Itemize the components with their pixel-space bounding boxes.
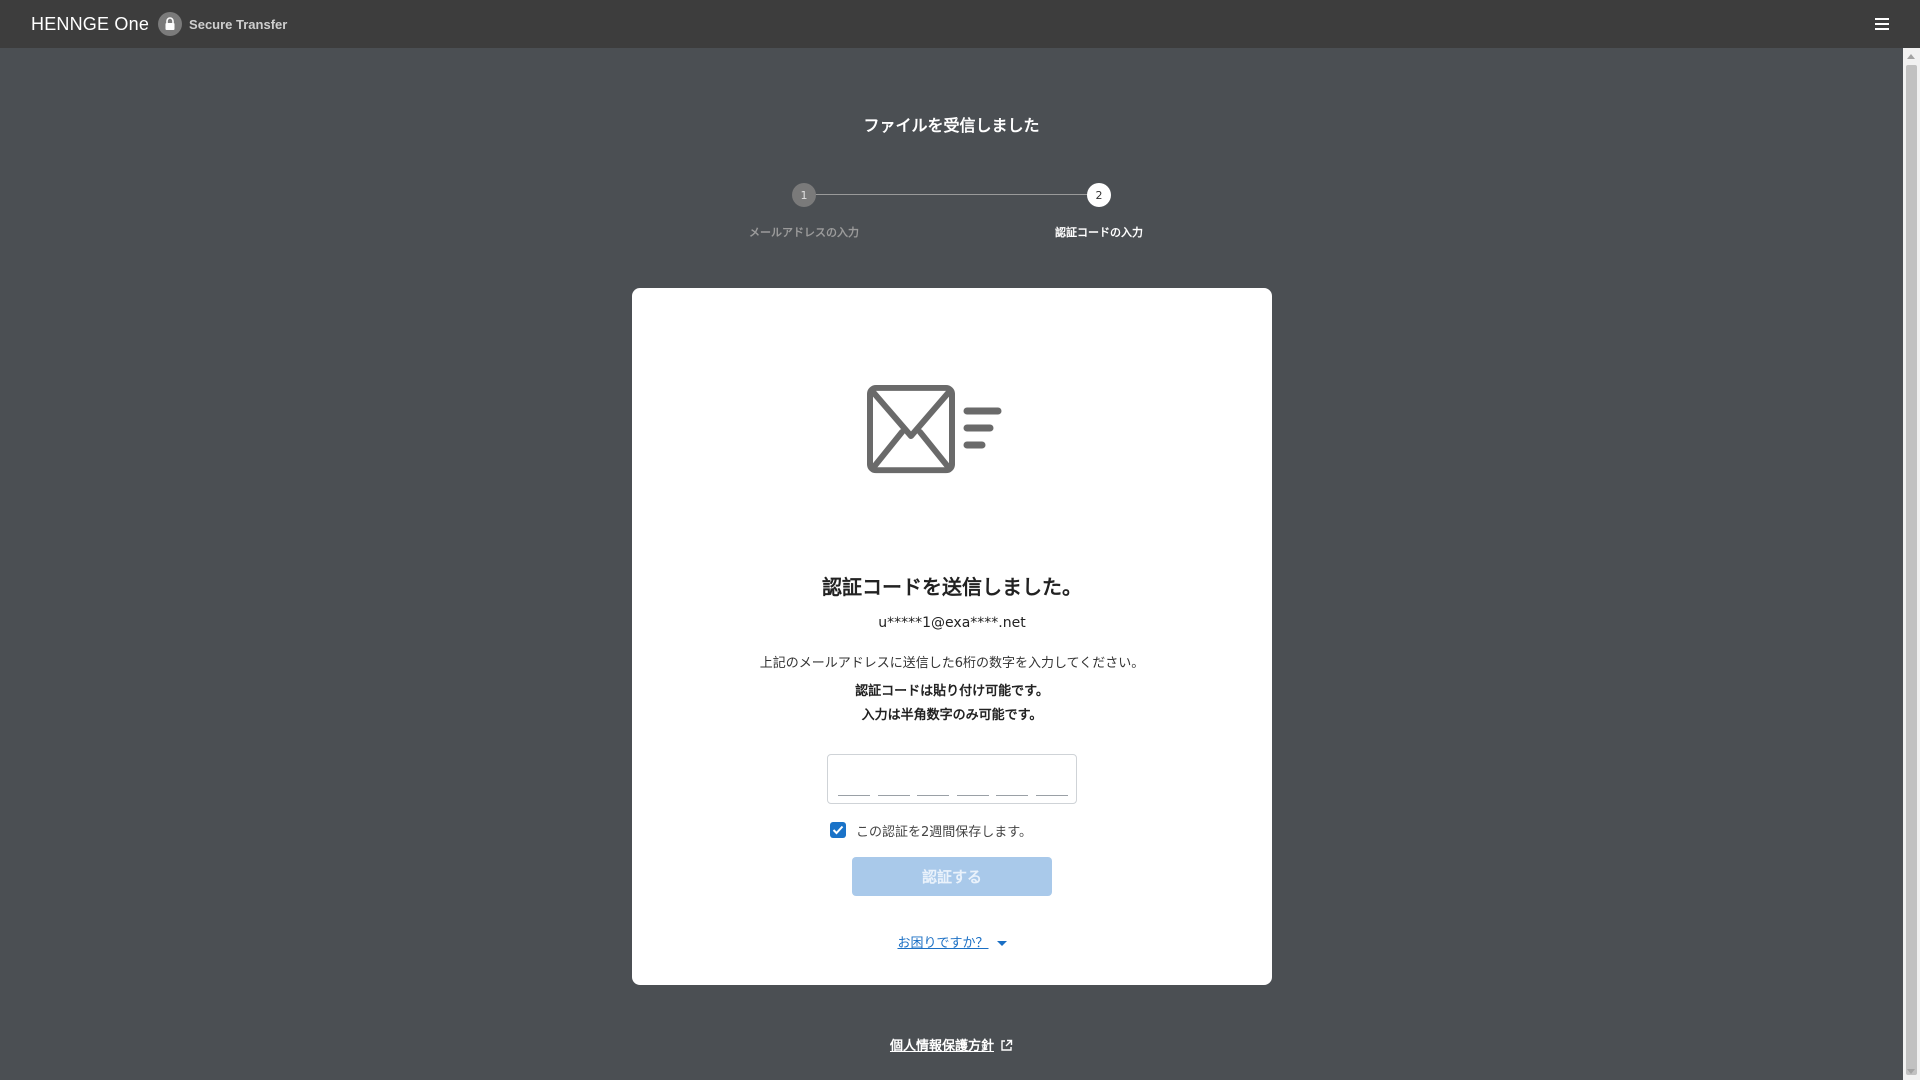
masked-email: u*****1@exa****.net	[878, 615, 1026, 631]
help-dropdown-link[interactable]: お困りですか？	[632, 932, 1272, 951]
scroll-up-arrow-icon[interactable]	[1907, 54, 1915, 59]
remember-option: この認証を2週間保存します。	[830, 821, 1032, 840]
lock-icon	[158, 12, 183, 36]
checkmark-icon	[832, 825, 844, 835]
scroll-down-arrow-icon[interactable]	[1907, 1069, 1915, 1074]
code-digit-slot	[878, 795, 910, 796]
verify-button[interactable]: 認証する	[852, 857, 1052, 896]
chevron-down-icon	[996, 941, 1007, 946]
card-heading: 認証コードを送信しました。	[822, 575, 1082, 599]
footer: 個人情報保護方針	[0, 1035, 1903, 1054]
step-1-indicator: 1	[792, 183, 816, 207]
code-digit-slot	[917, 795, 949, 796]
page-title: ファイルを受信しました	[863, 116, 1040, 135]
verification-card: 認証コードを送信しました。 u*****1@exa****.net 上記のメール…	[632, 288, 1272, 985]
code-digit-slot	[838, 795, 870, 796]
paste-note: 認証コードは貼り付け可能です。	[855, 684, 1049, 699]
scrollbar-thumb[interactable]	[1906, 65, 1917, 1075]
instruction-text: 上記のメールアドレスに送信した6桁の数字を入力してください。	[759, 656, 1145, 671]
verification-code-input[interactable]	[827, 754, 1077, 804]
step-2-indicator: 2	[1087, 183, 1111, 207]
progress-stepper: 1 2 メールアドレスの入力 認証コードの入力	[0, 183, 1903, 243]
remember-checkbox[interactable]	[830, 822, 846, 838]
mail-send-icon	[867, 384, 1002, 474]
code-digit-slot	[996, 795, 1028, 796]
page-scrollbar[interactable]	[1903, 48, 1920, 1080]
code-digit-slot	[1036, 795, 1068, 796]
top-bar: HENNGE One Secure Transfer	[0, 0, 1920, 48]
remember-label: この認証を2週間保存します。	[856, 824, 1032, 840]
external-link-icon	[1001, 1039, 1013, 1051]
product-name: Secure Transfer	[189, 16, 288, 32]
numeric-only-note: 入力は半角数字のみ可能です。	[861, 708, 1043, 723]
hamburger-menu-icon[interactable]	[1872, 14, 1892, 34]
help-link-label: お困りですか？	[897, 936, 989, 951]
privacy-policy-link[interactable]: 個人情報保護方針	[890, 1039, 994, 1054]
step-1-label: メールアドレスの入力	[749, 226, 859, 239]
brand-logo[interactable]: HENNGE One Secure Transfer	[31, 12, 287, 36]
brand-name: HENNGE One	[31, 13, 150, 34]
code-digit-slot	[957, 795, 989, 796]
step-2-label: 認証コードの入力	[1055, 226, 1143, 239]
stepper-connector	[804, 194, 1099, 195]
